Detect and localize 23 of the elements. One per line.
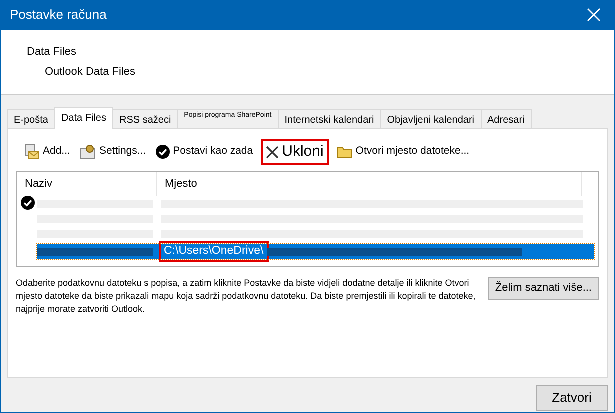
window-title: Postavke računa [10, 6, 107, 24]
column-header[interactable]: Mjesto [157, 172, 582, 196]
header-subtitle: Outlook Data Files [44, 64, 136, 80]
check-icon [156, 145, 170, 159]
toolbar-button[interactable]: Settings... [78, 143, 148, 161]
envelope-add-icon [24, 144, 40, 160]
header-title: Data Files [27, 45, 78, 60]
tab[interactable]: Data Files [54, 107, 114, 129]
close-button[interactable]: Zatvori [536, 385, 608, 411]
selected-row[interactable]: C:\Users\OneDrive\ [37, 244, 594, 259]
toolbar-button[interactable]: Add... [22, 143, 72, 161]
toolbar-button[interactable]: Otvori mjesto datoteke... [334, 143, 472, 161]
toolbar-button[interactable]: Postavi kao zada [154, 143, 256, 161]
tab[interactable]: Adresari [480, 109, 532, 128]
help-text: Odaberite podatkovnu datoteku s popisa, a zatim kliknite Postavke da biste vidjeli dodatne detalje ili kliknite Otvori mjesto datoteke da biste prikazali mapu koja sadrži podatkovnu datoteku. Da biste premjestili ili kopirali te datoteke, najprije morate zatvoriti Outlook. [16, 277, 477, 316]
learn-more-button[interactable]: Želim saznati više... [488, 277, 599, 300]
folder-icon [336, 146, 353, 158]
settings-icon [80, 144, 96, 160]
tab[interactable]: E-pošta [7, 109, 56, 128]
toolbar-button[interactable]: Ukloni [261, 138, 329, 166]
location-cell: C:\Users\OneDrive\ [161, 242, 267, 260]
remove-icon [266, 146, 280, 158]
tab[interactable]: Objavljeni kalendari [380, 109, 482, 128]
